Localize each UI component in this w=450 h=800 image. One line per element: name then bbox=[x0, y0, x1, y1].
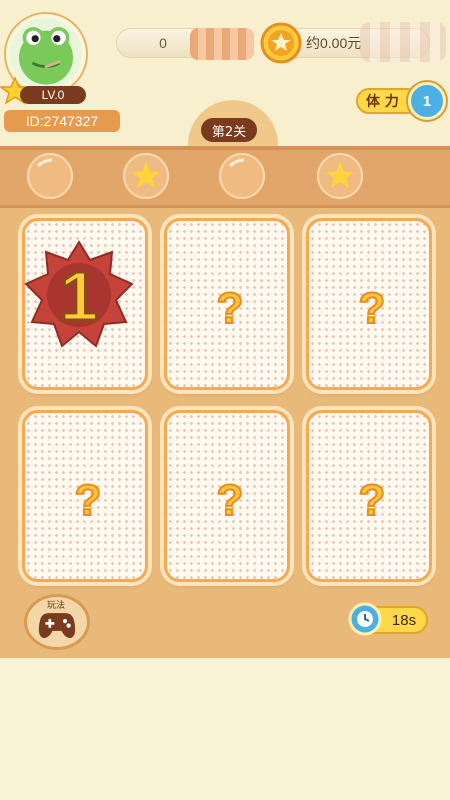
reward-bubble-icon bbox=[123, 153, 169, 199]
question-mark-icon: ? bbox=[74, 475, 103, 523]
withdraw-blurred bbox=[360, 22, 446, 62]
card-3[interactable]: ? bbox=[306, 218, 432, 390]
card-3-symbol: ? bbox=[359, 284, 386, 331]
card-5-symbol: ? bbox=[217, 476, 244, 523]
how-to-play-label: 玩法 bbox=[46, 601, 65, 611]
card-4[interactable]: ? bbox=[22, 410, 148, 582]
level-label: 第2关 bbox=[201, 118, 257, 142]
question-mark-icon: ? bbox=[216, 283, 245, 331]
card-6-symbol: ? bbox=[359, 476, 386, 523]
card-6[interactable]: ? bbox=[306, 410, 432, 582]
card-2[interactable]: ? bbox=[164, 218, 290, 390]
money-value: 约0.00元 bbox=[306, 35, 362, 51]
card-5[interactable]: ? bbox=[164, 410, 290, 582]
revealed-number-badge: 1 bbox=[24, 240, 134, 348]
timer-value: 18s bbox=[391, 611, 417, 629]
empty-bubble-icon-2 bbox=[219, 153, 265, 199]
coin-add-blurred bbox=[190, 28, 254, 60]
player-level: LV.0 bbox=[20, 86, 86, 104]
question-mark-icon: ? bbox=[216, 475, 245, 523]
card-2-symbol: ? bbox=[217, 284, 244, 331]
revealed-number: 1 bbox=[60, 257, 99, 335]
reward-bubble-icon-2 bbox=[317, 153, 363, 199]
question-mark-icon: ? bbox=[358, 283, 387, 331]
stamina-value[interactable]: 1 bbox=[408, 82, 446, 120]
coin-value: 0 bbox=[159, 35, 167, 51]
star-coin-icon bbox=[260, 22, 302, 64]
clock-icon bbox=[348, 602, 382, 636]
card-4-symbol: ? bbox=[75, 476, 102, 523]
empty-bubble-icon bbox=[27, 153, 73, 199]
bottom-area bbox=[0, 658, 450, 800]
question-mark-icon: ? bbox=[358, 475, 387, 523]
player-id: ID:2747327 bbox=[4, 110, 120, 132]
